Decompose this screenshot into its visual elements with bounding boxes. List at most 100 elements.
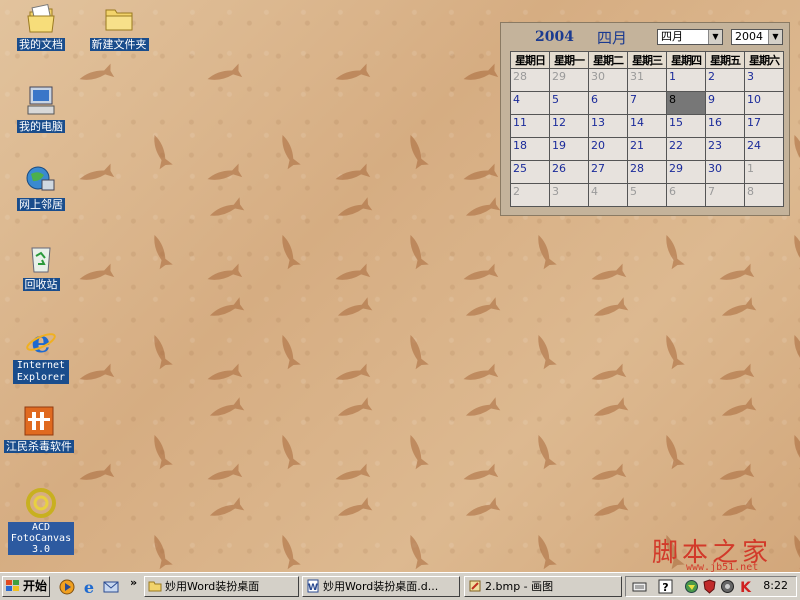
media-player-icon[interactable] (58, 578, 76, 596)
calendar-day-cell[interactable]: 2 (705, 68, 745, 92)
calendar-day-cell[interactable]: 30 (705, 160, 745, 184)
calendar-day-cell[interactable]: 22 (666, 137, 706, 161)
keyboard-icon[interactable] (632, 579, 647, 594)
calendar-day-cell[interactable]: 3 (744, 68, 784, 92)
fossil-fish-decoration (209, 197, 245, 216)
calendar-day-cell[interactable]: 2 (510, 183, 550, 207)
help-icon[interactable]: ? (658, 579, 673, 594)
calendar-day-cell[interactable]: 1 (666, 68, 706, 92)
calendar-day-cell[interactable]: 5 (549, 91, 589, 115)
calendar-day-cell[interactable]: 28 (627, 160, 667, 184)
calendar-day-cell[interactable]: 13 (588, 114, 628, 138)
calendar-day-cell[interactable]: 14 (627, 114, 667, 138)
quick-launch-chevron[interactable]: » (130, 576, 137, 589)
paint-icon (469, 580, 481, 592)
calendar-day-cell[interactable]: 7 (705, 183, 745, 207)
month-select[interactable]: 四月 ▼ (657, 29, 723, 45)
calendar-day-cell[interactable]: 4 (588, 183, 628, 207)
fossil-fish-decoration (154, 234, 173, 270)
calendar-day-cell[interactable]: 1 (744, 160, 784, 184)
fossil-fish-decoration (79, 163, 115, 180)
calendar-day-cell[interactable]: 29 (549, 68, 589, 92)
internet-explorer-icon[interactable]: e (80, 578, 98, 596)
calendar-day-cell[interactable]: 9 (705, 91, 745, 115)
desktop-icon-my-documents[interactable]: 我的文档 (2, 2, 80, 51)
fossil-fish-decoration (79, 63, 115, 80)
calendar-grid: 星期日 星期一 星期二 星期三 星期四 星期五 星期六 28 29 30 31 1 2 3 4… (510, 51, 784, 207)
task-button[interactable]: 妙用Word装扮桌面 (144, 576, 299, 597)
task-button[interactable]: 2.bmp - 画图 (464, 576, 622, 597)
calendar-day-cell[interactable]: 24 (744, 137, 784, 161)
chevron-down-icon[interactable]: ▼ (768, 30, 782, 44)
year-select[interactable]: 2004 ▼ (731, 29, 783, 45)
calendar-day-cell[interactable]: 17 (744, 114, 784, 138)
network-tray-icon[interactable] (684, 579, 699, 594)
svg-text:?: ? (662, 581, 668, 594)
fossil-fish-decoration (335, 63, 371, 80)
calendar-day-cell[interactable]: 6 (588, 91, 628, 115)
calendar-day-cell[interactable]: 6 (666, 183, 706, 207)
clock[interactable]: 8:22 (763, 579, 788, 592)
calendar-day-cell[interactable]: 31 (627, 68, 667, 92)
calendar-day-cell[interactable]: 21 (627, 137, 667, 161)
antivirus-icon (22, 404, 56, 438)
desktop-icon-antivirus[interactable]: 江民杀毒软件 (0, 404, 78, 453)
status-tray-icon[interactable] (720, 579, 735, 594)
calendar-day-cell[interactable]: 29 (666, 160, 706, 184)
fossil-fish-decoration (721, 497, 757, 516)
calendar-day-cell[interactable]: 25 (510, 160, 550, 184)
word-document-icon: W (307, 579, 319, 593)
calendar-week-row: 4 5 6 7 8 9 10 (510, 91, 784, 115)
calendar-day-cell[interactable]: 11 (510, 114, 550, 138)
desktop-icon-new-folder[interactable]: 新建文件夹 (80, 2, 158, 51)
fossil-fish-decoration (282, 534, 301, 570)
fossil-fish-decoration (410, 534, 429, 570)
calendar-day-cell[interactable]: 7 (627, 91, 667, 115)
calendar-day-cell[interactable]: 20 (588, 137, 628, 161)
desktop-icon-acd-fotocanvas[interactable]: ACD FotoCanvas 3.0 (2, 486, 80, 555)
fossil-fish-decoration (666, 234, 685, 270)
fossil-fish-decoration (337, 197, 373, 216)
calendar-day-cell[interactable]: 27 (588, 160, 628, 184)
desktop-icon-network-places[interactable]: 网上邻居 (2, 162, 80, 211)
calendar-day-cell[interactable]: 5 (627, 183, 667, 207)
my-computer-icon (24, 84, 58, 118)
calendar-day-cell[interactable]: 15 (666, 114, 706, 138)
desktop-icon-my-computer[interactable]: 我的电脑 (2, 84, 80, 133)
start-label: 开始 (23, 579, 48, 593)
shield-tray-icon[interactable] (702, 579, 717, 594)
calendar-day-cell[interactable]: 18 (510, 137, 550, 161)
calendar-day-cell[interactable]: 3 (549, 183, 589, 207)
calendar-day-cell[interactable]: 8 (666, 91, 706, 115)
desktop-icon-recycle-bin[interactable]: 回收站 (2, 242, 80, 291)
fossil-fish-decoration (79, 263, 115, 280)
fossil-fish-decoration (794, 334, 800, 370)
kv-antivirus-icon[interactable]: K (738, 579, 753, 594)
desktop-icon-label: 回收站 (22, 278, 60, 291)
chevron-down-icon[interactable]: ▼ (708, 30, 722, 44)
calendar-year: 2004 (535, 29, 574, 45)
calendar-day-cell[interactable]: 10 (744, 91, 784, 115)
task-button[interactable]: W 妙用Word装扮桌面.d... (302, 576, 460, 597)
calendar-day-cell[interactable]: 28 (510, 68, 550, 92)
fossil-fish-decoration (538, 234, 557, 270)
svg-text:e: e (31, 325, 50, 358)
desktop-icon-label: 新建文件夹 (89, 38, 149, 51)
calendar-day-cell[interactable]: 16 (705, 114, 745, 138)
calendar-day-cell[interactable]: 23 (705, 137, 745, 161)
calendar-day-cell[interactable]: 30 (588, 68, 628, 92)
desktop[interactable]: 我的文档 新建文件夹 我的电脑 网上邻居 回收站 e Internet Expl… (0, 0, 800, 573)
weekday-header: 星期六 (744, 51, 784, 69)
calendar-day-cell[interactable]: 8 (744, 183, 784, 207)
fossil-fish-decoration (410, 234, 429, 270)
calendar-day-cell[interactable]: 26 (549, 160, 589, 184)
calendar-day-cell[interactable]: 19 (549, 137, 589, 161)
outlook-express-icon[interactable] (102, 578, 120, 596)
fossil-fish-decoration (719, 263, 755, 280)
desktop-icon-internet-explorer[interactable]: e Internet Explorer (2, 324, 80, 384)
internet-explorer-icon: e (24, 324, 58, 360)
calendar-day-cell[interactable]: 12 (549, 114, 589, 138)
fossil-fish-decoration (794, 434, 800, 470)
calendar-day-cell[interactable]: 4 (510, 91, 550, 115)
start-button[interactable]: 开始 (2, 576, 50, 597)
